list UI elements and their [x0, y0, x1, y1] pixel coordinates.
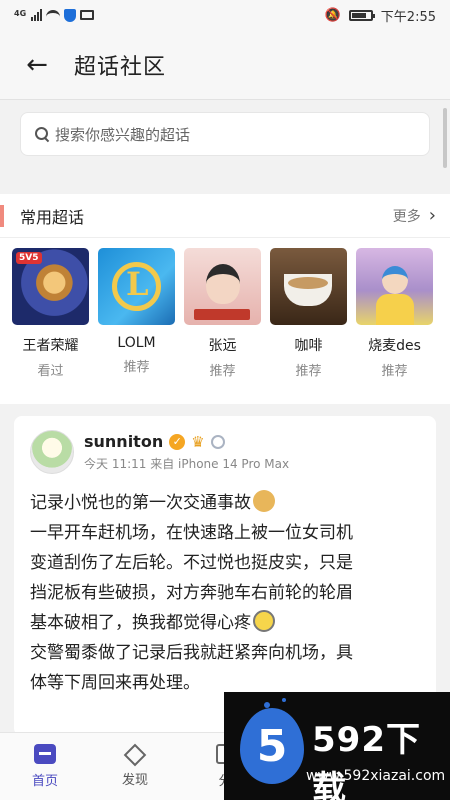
- post-line-text: 记录小悦也的第一次交通事故: [30, 493, 251, 513]
- scrollbar[interactable]: [443, 108, 447, 168]
- doge-emoji-icon: [253, 490, 275, 512]
- tab-label: 首页: [31, 774, 58, 789]
- glasses-emoji-icon: [253, 610, 275, 632]
- coffee-cup-icon: [284, 274, 332, 306]
- home-icon: [34, 744, 56, 764]
- wifi-icon: [46, 10, 61, 20]
- topic-status: 推荐: [123, 360, 150, 375]
- author-block: sunniton ✓ ♛ 今天 11:11 来自 iPhone 14 Pro M…: [84, 432, 289, 472]
- game-badge: 5V5: [16, 252, 42, 264]
- topic-item-lolm[interactable]: LOLM 推荐: [98, 248, 175, 379]
- nav-bar: ← 超话社区: [0, 30, 450, 100]
- more-label: 更多: [392, 208, 421, 225]
- post-header: sunniton ✓ ♛ 今天 11:11 来自 iPhone 14 Pro M…: [30, 430, 420, 474]
- post-body: 记录小悦也的第一次交通事故 一早开车赶机场，在快速路上被一位女司机 变道刮伤了左…: [30, 488, 420, 698]
- portrait-tag: [194, 309, 250, 320]
- post-line: 基本破相了，换我都觉得心疼: [30, 608, 420, 638]
- topic-item-wangzherongyao[interactable]: 5V5 王者荣耀 看过: [12, 248, 89, 379]
- battery-icon: [348, 9, 375, 21]
- medal-icon: [210, 434, 225, 449]
- tab-discover[interactable]: 发现: [90, 733, 180, 800]
- status-right: 🔕 下午2:55: [325, 6, 436, 25]
- watermark-badge-number: 5: [256, 720, 288, 772]
- author-line: sunniton ✓ ♛: [84, 432, 289, 451]
- topic-thumb-game: 5V5: [12, 248, 89, 325]
- common-topics-section: 常用超话 更多 › 5V5 王者荣耀 看过 LOLM 推荐 张远 推荐: [0, 194, 450, 404]
- post-meta: 今天 11:11 来自 iPhone 14 Pro Max: [84, 457, 290, 471]
- topic-name: 张远: [208, 338, 237, 354]
- portrait-head: [206, 264, 240, 304]
- mute-bell-icon: 🔕: [324, 7, 341, 23]
- mail-icon: [80, 10, 95, 20]
- post-line: 交警蜀黍做了记录后我就赶紧奔向机场，具: [30, 643, 353, 663]
- more-topics-link[interactable]: 更多 ›: [393, 205, 436, 226]
- watermark-dot: [282, 698, 286, 702]
- watermark-title: 592下载: [312, 720, 421, 800]
- topic-item-shaomai[interactable]: 烧麦des 推荐: [356, 248, 433, 379]
- tab-label: 发现: [121, 773, 148, 788]
- topic-status: 推荐: [295, 364, 322, 379]
- watermark-badge: 5: [240, 708, 304, 784]
- topic-item-coffee[interactable]: 咖啡 推荐: [270, 248, 347, 379]
- post-card[interactable]: sunniton ✓ ♛ 今天 11:11 来自 iPhone 14 Pro M…: [14, 416, 436, 736]
- status-bar: 4G 🔕 下午2:55: [0, 0, 450, 30]
- post-line-text: 基本破相了，换我都觉得心疼: [30, 613, 251, 633]
- topic-status: 看过: [37, 364, 64, 379]
- post-line: 记录小悦也的第一次交通事故: [30, 488, 420, 518]
- topic-name: LOLM: [117, 335, 156, 351]
- search-section: 搜索你感兴趣的超话: [0, 100, 450, 182]
- search-input[interactable]: 搜索你感兴趣的超话: [20, 112, 430, 156]
- topic-status: 推荐: [381, 364, 408, 379]
- topic-thumb-lolm: [98, 248, 175, 325]
- common-topics-title: 常用超话: [20, 207, 85, 227]
- kid-head: [382, 266, 408, 294]
- author-name[interactable]: sunniton: [84, 432, 163, 451]
- section-accent-bar: [0, 204, 4, 227]
- topic-name: 咖啡: [294, 338, 323, 354]
- shield-icon: [64, 8, 77, 22]
- topics-row: 5V5 王者荣耀 看过 LOLM 推荐 张远 推荐 咖啡 推荐: [0, 238, 450, 379]
- topic-name: 烧麦des: [368, 338, 421, 354]
- watermark-url: www.592xiazai.com: [306, 768, 446, 784]
- status-time: 下午2:55: [380, 9, 436, 25]
- topic-status: 推荐: [209, 364, 236, 379]
- topic-name: 王者荣耀: [22, 338, 79, 354]
- topic-thumb-kid: [356, 248, 433, 325]
- signal-icon: [31, 9, 43, 21]
- topic-item-zhangyuan[interactable]: 张远 推荐: [184, 248, 261, 379]
- topic-thumb-coffee: [270, 248, 347, 325]
- watermark-logo: 5 592下载 www.592xiazai.com: [224, 692, 450, 800]
- page-title: 超话社区: [74, 54, 167, 80]
- search-placeholder: 搜索你感兴趣的超话: [55, 125, 191, 144]
- common-topics-header: 常用超话 更多 ›: [0, 194, 450, 238]
- back-arrow-icon[interactable]: ←: [22, 50, 52, 80]
- search-icon: [35, 127, 49, 141]
- avatar[interactable]: [30, 430, 74, 474]
- topic-thumb-zhangyuan: [184, 248, 261, 325]
- discover-icon: [123, 743, 147, 767]
- kid-body: [376, 294, 414, 325]
- post-line: 一早开车赶机场，在快速路上被一位女司机: [30, 523, 353, 543]
- crown-icon: ♛: [191, 432, 205, 451]
- network-type: 4G: [14, 8, 27, 18]
- lol-logo-icon: [112, 262, 161, 311]
- post-line: 变道刮伤了左后轮。不过悦也挺皮实，只是: [30, 553, 353, 573]
- tab-home[interactable]: 首页: [0, 733, 90, 800]
- chevron-right-icon: ›: [428, 205, 436, 226]
- verified-icon: ✓: [169, 433, 186, 450]
- status-left: 4G: [14, 8, 95, 22]
- post-line: 挡泥板有些破损，对方奔驰车右前轮的轮眉: [30, 583, 353, 603]
